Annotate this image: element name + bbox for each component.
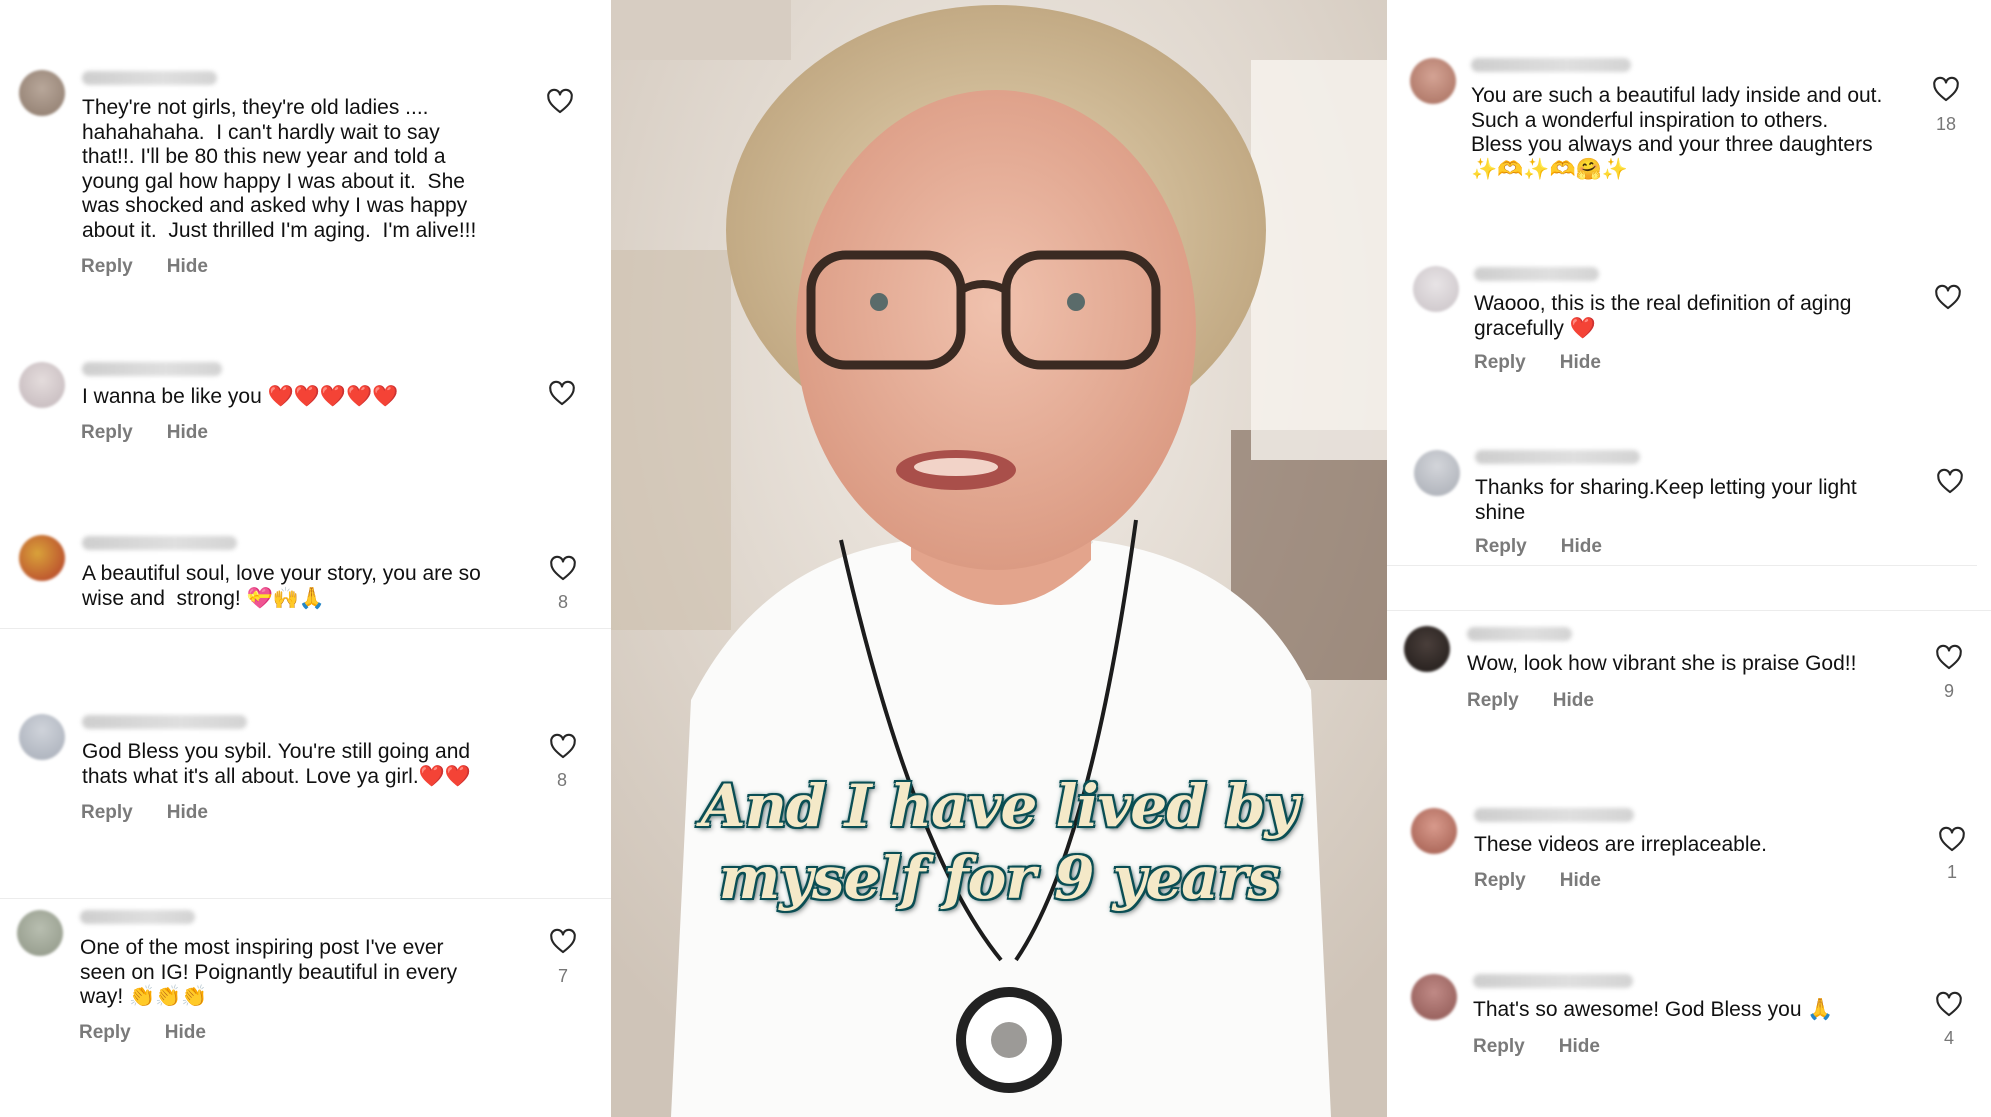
- username-blurred[interactable]: [1474, 808, 1634, 822]
- comment-item: God Bless you sybil. You're still going …: [0, 700, 611, 830]
- hide-button[interactable]: Hide: [1560, 870, 1601, 891]
- comment-actions: Reply Hide: [1467, 690, 1594, 712]
- hide-button[interactable]: Hide: [1553, 690, 1594, 711]
- comment-actions: Reply Hide: [81, 256, 208, 278]
- like-count: 8: [556, 770, 567, 790]
- divider: [0, 898, 611, 899]
- hide-button[interactable]: Hide: [1560, 352, 1601, 373]
- avatar[interactable]: [1410, 58, 1456, 104]
- comment-text: Waooo, this is the real definition of ag…: [1474, 292, 1852, 340]
- reply-button[interactable]: Reply: [81, 422, 133, 443]
- hide-button[interactable]: Hide: [1561, 536, 1602, 557]
- avatar[interactable]: [1414, 450, 1460, 496]
- reply-button[interactable]: Reply: [1467, 690, 1519, 711]
- heart-icon[interactable]: [1934, 284, 1962, 310]
- reply-button[interactable]: Reply: [79, 1022, 131, 1043]
- avatar[interactable]: [1413, 266, 1459, 312]
- comment-text: These videos are irreplaceable.: [1474, 833, 1767, 856]
- like-count: 1: [1946, 862, 1957, 882]
- username-blurred[interactable]: [82, 536, 237, 550]
- avatar[interactable]: [1411, 808, 1457, 854]
- hide-button[interactable]: Hide: [167, 256, 208, 277]
- comment-item: Waooo, this is the real definition of ag…: [1387, 250, 1991, 380]
- comment-item: Wow, look how vibrant she is praise God!…: [1387, 610, 1991, 730]
- heart-icon[interactable]: [1935, 644, 1963, 670]
- avatar[interactable]: [1404, 626, 1450, 672]
- username-blurred[interactable]: [80, 910, 195, 924]
- comment-item: Thanks for sharing.Keep letting your lig…: [1387, 440, 1991, 570]
- heart-icon[interactable]: [1936, 468, 1964, 494]
- divider: [0, 628, 611, 629]
- right-comments-panel: You are such a beautiful lady inside and…: [1387, 0, 1991, 1117]
- comment-actions: Reply Hide: [1474, 870, 1601, 892]
- heart-icon[interactable]: [549, 733, 577, 759]
- video-frame[interactable]: And I have lived by myself for 9 years: [611, 0, 1387, 1117]
- username-blurred[interactable]: [82, 71, 217, 85]
- reply-button[interactable]: Reply: [1474, 352, 1526, 373]
- username-blurred[interactable]: [1475, 450, 1640, 464]
- comment-actions: Reply Hide: [1473, 1036, 1600, 1058]
- comment-item: One of the most inspiring post I've ever…: [0, 900, 611, 1050]
- reply-button[interactable]: Reply: [1475, 536, 1527, 557]
- comment-item: A beautiful soul, love your story, you a…: [0, 520, 611, 630]
- like-count: 7: [557, 966, 568, 986]
- like-count: 8: [557, 592, 568, 612]
- avatar[interactable]: [19, 535, 65, 581]
- comment-text: I wanna be like you ❤️❤️❤️❤️❤️: [82, 385, 399, 408]
- comment-text: Thanks for sharing.Keep letting your lig…: [1475, 476, 1857, 524]
- heart-icon[interactable]: [548, 380, 576, 406]
- avatar[interactable]: [19, 714, 65, 760]
- reply-button[interactable]: Reply: [1473, 1036, 1525, 1057]
- comment-item: I wanna be like you ❤️❤️❤️❤️❤️ Reply Hide: [0, 340, 611, 460]
- heart-icon[interactable]: [549, 928, 577, 954]
- video-caption: And I have lived by myself for 9 years: [611, 770, 1387, 914]
- like-count: 9: [1943, 681, 1954, 701]
- avatar[interactable]: [17, 910, 63, 956]
- comment-item: You are such a beautiful lady inside and…: [1387, 0, 1991, 200]
- avatar[interactable]: [1411, 974, 1457, 1020]
- comment-actions: Reply Hide: [79, 1022, 206, 1044]
- reply-button[interactable]: Reply: [81, 802, 133, 823]
- username-blurred[interactable]: [1471, 58, 1631, 72]
- comment-text: You are such a beautiful lady inside and…: [1471, 84, 1883, 181]
- avatar[interactable]: [19, 70, 65, 116]
- hide-button[interactable]: Hide: [167, 802, 208, 823]
- comment-text: God Bless you sybil. You're still going …: [82, 740, 471, 788]
- heart-icon[interactable]: [1935, 991, 1963, 1017]
- hide-button[interactable]: Hide: [165, 1022, 206, 1043]
- comment-actions: Reply Hide: [1474, 352, 1601, 374]
- caption-line-1: And I have lived by: [700, 772, 1298, 840]
- comment-text: One of the most inspiring post I've ever…: [80, 936, 458, 1008]
- comment-actions: Reply Hide: [1475, 536, 1602, 558]
- heart-icon[interactable]: [546, 88, 574, 114]
- hide-button[interactable]: Hide: [1559, 1036, 1600, 1057]
- reply-button[interactable]: Reply: [1474, 870, 1526, 891]
- comment-text: Wow, look how vibrant she is praise God!…: [1467, 652, 1857, 675]
- like-count: 18: [1935, 114, 1957, 134]
- username-blurred[interactable]: [1474, 267, 1599, 281]
- divider: [1387, 565, 1977, 566]
- comment-text: They're not girls, they're old ladies ..…: [82, 96, 477, 242]
- username-blurred[interactable]: [1467, 627, 1572, 641]
- like-count: 4: [1943, 1028, 1954, 1048]
- comment-actions: Reply Hide: [81, 802, 208, 824]
- hide-button[interactable]: Hide: [167, 422, 208, 443]
- username-blurred[interactable]: [1473, 974, 1633, 988]
- heart-icon[interactable]: [1938, 826, 1966, 852]
- reply-button[interactable]: Reply: [81, 256, 133, 277]
- heart-icon[interactable]: [549, 555, 577, 581]
- comment-text: That's so awesome! God Bless you 🙏: [1473, 998, 1834, 1021]
- username-blurred[interactable]: [82, 715, 247, 729]
- avatar[interactable]: [19, 362, 65, 408]
- comment-item: That's so awesome! God Bless you 🙏 Reply…: [1387, 960, 1991, 1080]
- left-comments-panel: They're not girls, they're old ladies ..…: [0, 0, 611, 1117]
- caption-line-2: myself for 9 years: [718, 844, 1280, 912]
- comment-item: These videos are irreplaceable. Reply Hid…: [1387, 790, 1991, 910]
- heart-icon[interactable]: [1932, 76, 1960, 102]
- username-blurred[interactable]: [82, 362, 222, 376]
- comment-actions: Reply Hide: [81, 422, 208, 444]
- comment-item: They're not girls, they're old ladies ..…: [0, 0, 611, 300]
- comment-text: A beautiful soul, love your story, you a…: [82, 562, 481, 610]
- portrait-illustration: [611, 0, 1387, 1117]
